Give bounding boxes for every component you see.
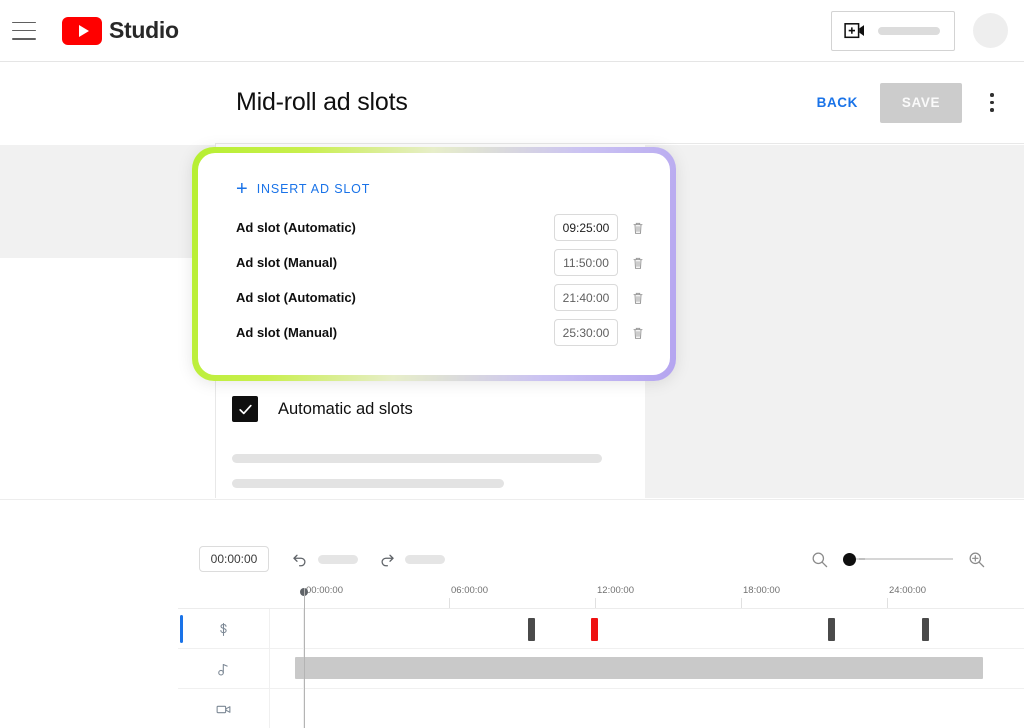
audio-clip[interactable] (295, 657, 983, 679)
ad-slot-marker[interactable] (828, 618, 835, 641)
zoom-slider-thumb[interactable] (843, 552, 856, 566)
ad-slot-name: Ad slot (Automatic) (236, 220, 356, 235)
create-button-label-placeholder (878, 26, 940, 35)
ad-slot-time-input[interactable]: 25:30:00 (554, 319, 618, 346)
video-camera-icon (216, 705, 231, 713)
ruler-tick (741, 598, 742, 608)
ad-slots-highlight-card: + INSERT AD SLOT Ad slot (Automatic) 09:… (192, 147, 676, 381)
undo-label-placeholder (318, 554, 358, 564)
redo-button[interactable] (378, 550, 445, 568)
trash-icon[interactable] (630, 219, 646, 237)
automatic-ad-slots-section: Automatic ad slots (232, 396, 632, 488)
insert-ad-slot-button[interactable]: + INSERT AD SLOT (236, 179, 370, 199)
ad-slot-list: Ad slot (Automatic) 09:25:00 Ad slot (Ma… (236, 210, 646, 350)
avatar[interactable] (973, 13, 1008, 48)
track-gutter (270, 609, 304, 649)
ad-slot-row: Ad slot (Manual) 11:50:00 (236, 245, 646, 280)
video-track-header[interactable] (178, 689, 270, 728)
page-background-left (0, 145, 215, 258)
back-button[interactable]: BACK (803, 85, 872, 120)
ruler-label: 00:00:00 (306, 585, 343, 596)
youtube-play-icon (62, 16, 102, 45)
ad-slot-marker[interactable] (528, 618, 535, 641)
zoom-slider[interactable] (843, 551, 953, 567)
ruler-label: 18:00:00 (743, 585, 780, 596)
trash-icon[interactable] (630, 324, 646, 342)
ruler-tick (449, 598, 450, 608)
undo-arrow-icon (293, 554, 306, 567)
ad-slot-row: Ad slot (Automatic) 09:25:00 (236, 210, 646, 245)
ruler-tick (595, 598, 596, 608)
description-placeholder-line (232, 479, 504, 488)
zoom-slider-tick (859, 558, 865, 560)
ad-slots-panel: + INSERT AD SLOT Ad slot (Automatic) 09:… (198, 153, 670, 375)
page-background-right (645, 145, 1024, 498)
dollar-sign-icon (220, 622, 227, 636)
monetization-track-header[interactable] (178, 609, 270, 649)
ad-slot-row: Ad slot (Manual) 25:30:00 (236, 315, 646, 350)
magnifier-plus-icon[interactable] (967, 550, 986, 569)
timecode-input[interactable]: 00:00:00 (199, 546, 269, 572)
ad-slot-name: Ad slot (Automatic) (236, 290, 356, 305)
timeline-toolbar: 00:00:00 (0, 538, 1024, 580)
redo-arrow-icon (381, 554, 394, 567)
redo-label-placeholder (405, 554, 445, 564)
magnifier-icon[interactable] (810, 550, 829, 569)
video-plus-icon (844, 22, 864, 38)
ruler-tick (887, 598, 888, 608)
page-title: Mid-roll ad slots (236, 88, 408, 116)
description-placeholder-line (232, 454, 602, 463)
undo-button[interactable] (291, 550, 358, 568)
trash-icon[interactable] (630, 289, 646, 307)
insert-ad-slot-label: INSERT AD SLOT (256, 182, 371, 196)
ruler-label: 24:00:00 (889, 585, 926, 596)
ad-slot-time-input[interactable]: 11:50:00 (554, 249, 618, 276)
music-track-header[interactable] (178, 649, 270, 689)
app-bar: Studio (0, 0, 1024, 62)
checkmark-icon (238, 404, 252, 414)
plus-icon: + (236, 178, 248, 200)
brand-label: Studio (109, 17, 179, 43)
ad-slot-marker[interactable] (922, 618, 929, 641)
ad-slot-name: Ad slot (Manual) (236, 325, 338, 340)
ruler-label: 06:00:00 (451, 585, 488, 596)
page-header: Mid-roll ad slots BACK SAVE (215, 62, 1024, 144)
app-bar-actions (831, 10, 1008, 51)
ad-slot-marker-selected[interactable] (591, 618, 598, 641)
track-gutter (270, 689, 304, 728)
ad-slot-name: Ad slot (Manual) (236, 255, 338, 270)
hamburger-menu-icon[interactable] (12, 21, 36, 40)
automatic-ad-slots-label: Automatic ad slots (278, 399, 413, 418)
trash-icon[interactable] (630, 254, 646, 272)
youtube-studio-logo[interactable]: Studio (62, 16, 179, 45)
automatic-ad-slots-checkbox[interactable] (232, 396, 258, 422)
kebab-menu-icon[interactable] (974, 85, 1010, 121)
create-button[interactable] (831, 10, 955, 51)
ad-slot-time-input[interactable]: 09:25:00 (554, 214, 618, 241)
ruler-label: 12:00:00 (597, 585, 634, 596)
automatic-ad-slots-row: Automatic ad slots (232, 396, 632, 422)
zoom-controls (810, 550, 986, 569)
music-note-icon (218, 663, 228, 675)
page-header-actions: BACK SAVE (803, 82, 1010, 123)
ad-slot-time-input[interactable]: 21:40:00 (554, 284, 618, 311)
playhead-line[interactable] (304, 588, 305, 728)
save-button[interactable]: SAVE (880, 82, 962, 123)
ad-slot-row: Ad slot (Automatic) 21:40:00 (236, 280, 646, 315)
timeline-editor: 00:00:00 00:00:00 06:00:00 12:00:00 18:0… (0, 499, 1024, 728)
